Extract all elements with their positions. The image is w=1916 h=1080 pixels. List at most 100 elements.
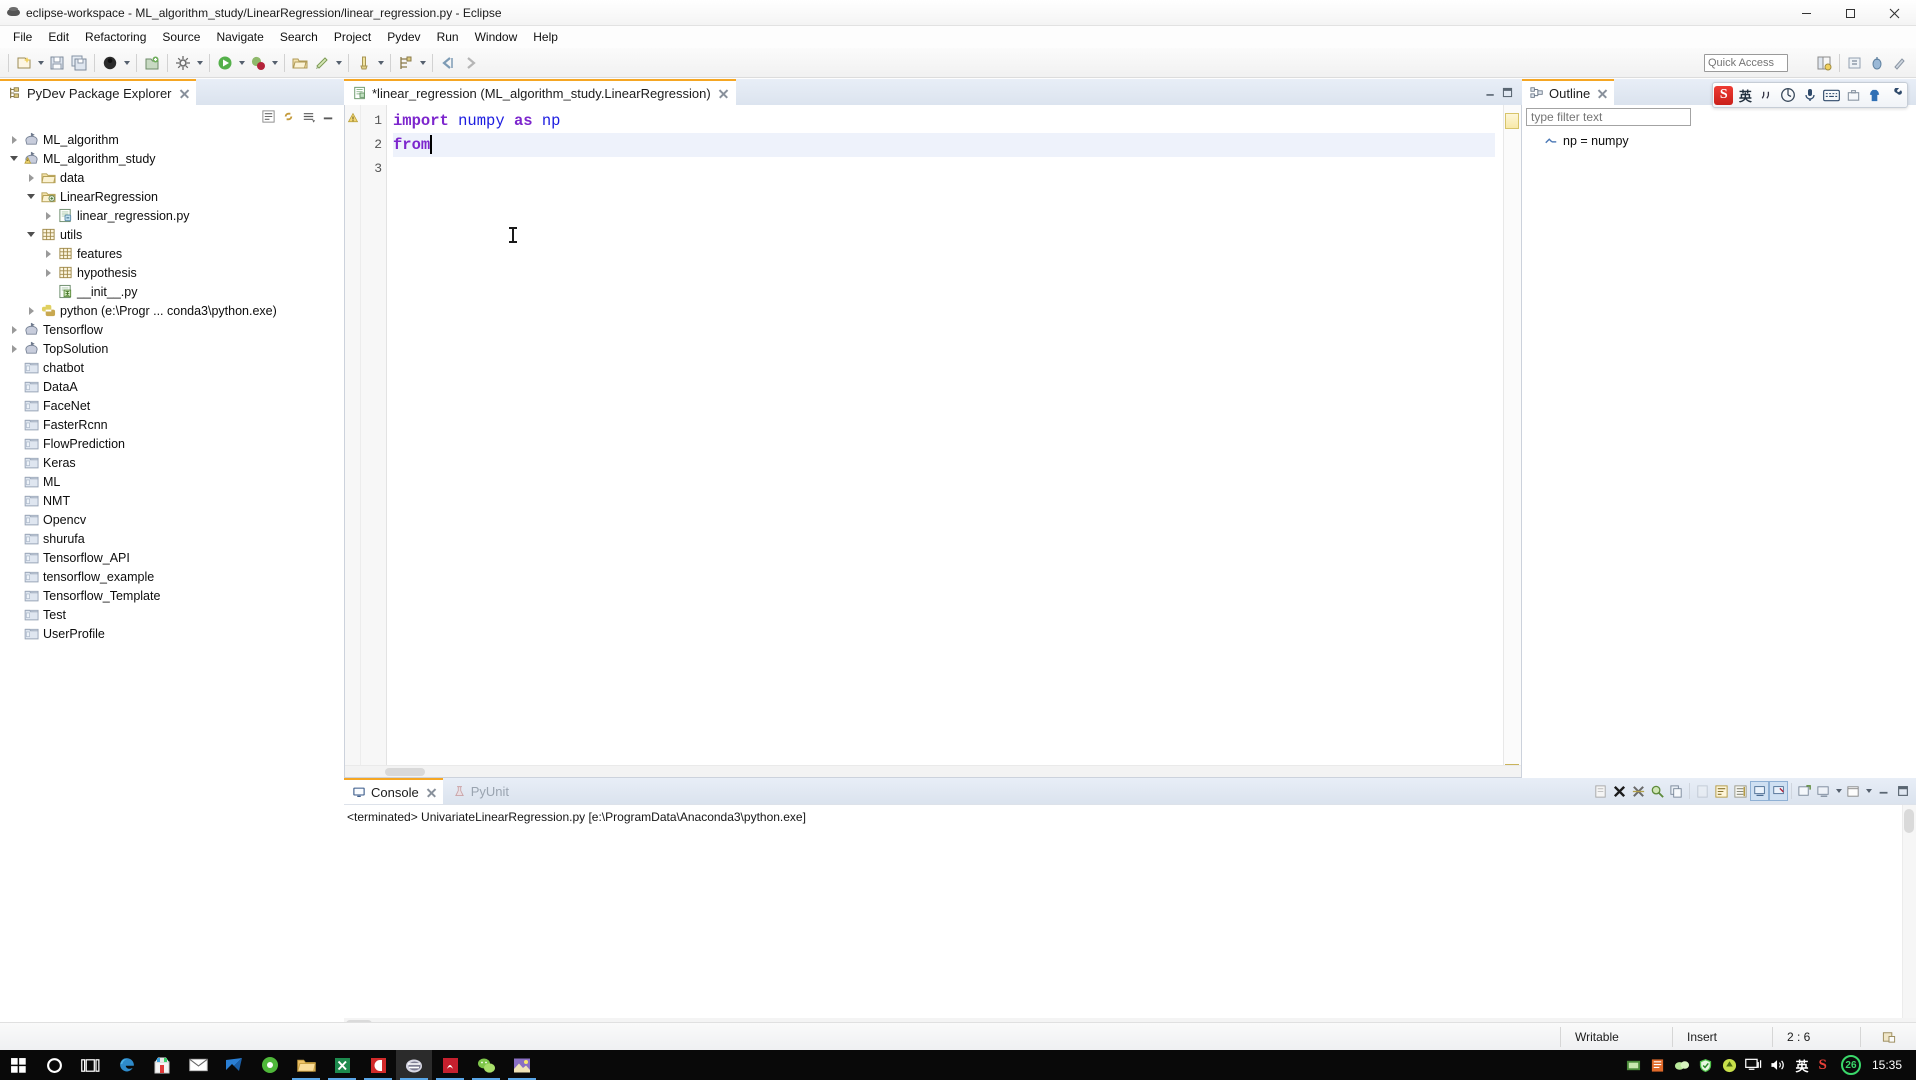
sogou-logo-icon[interactable]: S (1713, 84, 1735, 106)
tree-item[interactable]: DataA (0, 377, 344, 396)
emoji-icon[interactable] (1778, 84, 1800, 106)
outline-item-np[interactable]: np = numpy (1522, 131, 1916, 150)
tab-console[interactable]: Console (344, 778, 443, 804)
menu-window[interactable]: Window (467, 28, 526, 46)
editor-horizontal-scrollbar[interactable] (345, 765, 1521, 777)
code-line[interactable]: import numpy as np (393, 109, 1495, 133)
save-all-icon[interactable] (68, 52, 90, 74)
pdf-reader-icon[interactable] (360, 1050, 396, 1080)
tab-pydev-package-explorer[interactable]: PyDev Package Explorer (0, 79, 196, 105)
debug-perspective-icon[interactable] (99, 52, 121, 74)
paste-icon[interactable] (1693, 781, 1712, 801)
cortana-search-icon[interactable] (36, 1050, 72, 1080)
clear-console-icon[interactable] (1591, 781, 1610, 801)
code-line[interactable] (393, 157, 1495, 181)
foxmail-icon[interactable] (216, 1050, 252, 1080)
screenshot-icon[interactable] (1842, 84, 1864, 106)
excel-icon[interactable] (324, 1050, 360, 1080)
wechat-icon[interactable] (468, 1050, 504, 1080)
menu-navigate[interactable]: Navigate (208, 28, 271, 46)
save-icon[interactable] (46, 52, 68, 74)
tab-linear-regression-py[interactable]: *linear_regression (ML_algorithm_study.L… (344, 79, 736, 105)
chevron-down-icon[interactable] (23, 225, 39, 244)
debug-dropdown-arrow[interactable] (121, 52, 132, 74)
tree-item[interactable]: ML (0, 472, 344, 491)
chevron-right-icon[interactable] (23, 168, 39, 187)
customize-perspective-icon[interactable] (172, 52, 194, 74)
scrollbar-thumb[interactable] (1904, 809, 1914, 833)
tray-network-icon[interactable] (1742, 1050, 1766, 1080)
task-view-icon[interactable] (72, 1050, 108, 1080)
menu-refactoring[interactable]: Refactoring (77, 28, 154, 46)
open-folder-icon[interactable] (289, 52, 311, 74)
warning-marker[interactable] (347, 112, 359, 127)
pin-console-icon[interactable] (1769, 781, 1788, 801)
find-replace-icon[interactable] (1648, 781, 1667, 801)
pydev-package-icon[interactable] (395, 52, 417, 74)
display-dropdown-arrow[interactable] (1833, 780, 1844, 802)
tree-item[interactable]: LinearRegression (0, 187, 344, 206)
menu-run[interactable]: Run (429, 28, 467, 46)
tray-app-icon[interactable] (1646, 1050, 1670, 1080)
tree-item[interactable]: Tensorflow (0, 320, 344, 339)
tray-security-icon[interactable] (1694, 1050, 1718, 1080)
tray-notepad-icon[interactable] (1622, 1050, 1646, 1080)
run-icon[interactable] (214, 52, 236, 74)
chevron-right-icon[interactable] (40, 263, 56, 282)
outline-tree[interactable]: np = numpy (1522, 126, 1916, 150)
link-with-editor-icon[interactable] (278, 107, 298, 125)
tray-ime-label[interactable]: 英 (1790, 1050, 1814, 1080)
tree-item[interactable]: Tensorflow_API (0, 548, 344, 567)
mail-icon[interactable] (180, 1050, 216, 1080)
tree-item[interactable]: shurufa (0, 529, 344, 548)
chevron-down-icon[interactable] (23, 187, 39, 206)
maximize-window-button[interactable] (1828, 0, 1872, 26)
tree-item[interactable]: ML_algorithm (0, 130, 344, 149)
maximize-icon[interactable] (1499, 82, 1516, 102)
editor-body[interactable]: 1 2 3 import numpy as np from (344, 105, 1522, 778)
edge-browser-icon[interactable] (108, 1050, 144, 1080)
tree-item[interactable]: FlowPrediction (0, 434, 344, 453)
outline-filter-input[interactable] (1526, 108, 1691, 126)
menu-project[interactable]: Project (326, 28, 379, 46)
chevron-right-icon[interactable] (40, 244, 56, 263)
close-icon[interactable] (718, 88, 729, 99)
tree-item[interactable]: utils (0, 225, 344, 244)
menu-source[interactable]: Source (154, 28, 208, 46)
view-menu-icon[interactable] (298, 107, 318, 125)
soft-keyboard-icon[interactable] (1821, 84, 1843, 106)
external-tools-icon[interactable] (311, 52, 333, 74)
external-tools-arrow[interactable] (333, 52, 344, 74)
menu-search[interactable]: Search (272, 28, 326, 46)
pydev-package-arrow[interactable] (417, 52, 428, 74)
pydev-run-icon[interactable] (353, 52, 375, 74)
overview-warning-marker[interactable] (1505, 113, 1519, 129)
menu-edit[interactable]: Edit (40, 28, 77, 46)
debug-perspective-2-icon[interactable] (1866, 52, 1888, 74)
tree-item[interactable]: Keras (0, 453, 344, 472)
toolbox-icon[interactable] (1886, 84, 1908, 106)
minimize-icon[interactable] (1874, 781, 1893, 801)
pydev-perspective-icon[interactable] (1844, 52, 1866, 74)
new-dropdown-arrow[interactable] (35, 52, 46, 74)
tray-cloud-icon[interactable] (1670, 1050, 1694, 1080)
tray-badge-icon[interactable]: 26 (1838, 1050, 1864, 1080)
chevron-right-icon[interactable] (6, 339, 22, 358)
menu-pydev[interactable]: Pydev (379, 28, 428, 46)
run-dropdown-arrow[interactable] (236, 52, 247, 74)
open-perspective-icon[interactable] (1813, 52, 1835, 74)
project-tree[interactable]: ML_algorithm ML_algorithm_study data Linear… (0, 127, 344, 1007)
tray-update-icon[interactable] (1718, 1050, 1742, 1080)
sogou-ime-toolbar[interactable]: S 英 (1712, 82, 1908, 108)
tree-item[interactable]: python (e:\Progr ... conda3\python.exe) (0, 301, 344, 320)
tree-item[interactable]: UserProfile (0, 624, 344, 643)
show-console-icon[interactable] (1750, 781, 1769, 801)
close-window-button[interactable] (1872, 0, 1916, 26)
menu-help[interactable]: Help (525, 28, 566, 46)
customize-dropdown-arrow[interactable] (194, 52, 205, 74)
acrobat-icon[interactable] (432, 1050, 468, 1080)
open-console-icon[interactable] (1844, 781, 1863, 801)
punctuation-icon[interactable] (1756, 84, 1778, 106)
close-icon[interactable] (426, 787, 437, 798)
new-console-view-icon[interactable] (1795, 781, 1814, 801)
